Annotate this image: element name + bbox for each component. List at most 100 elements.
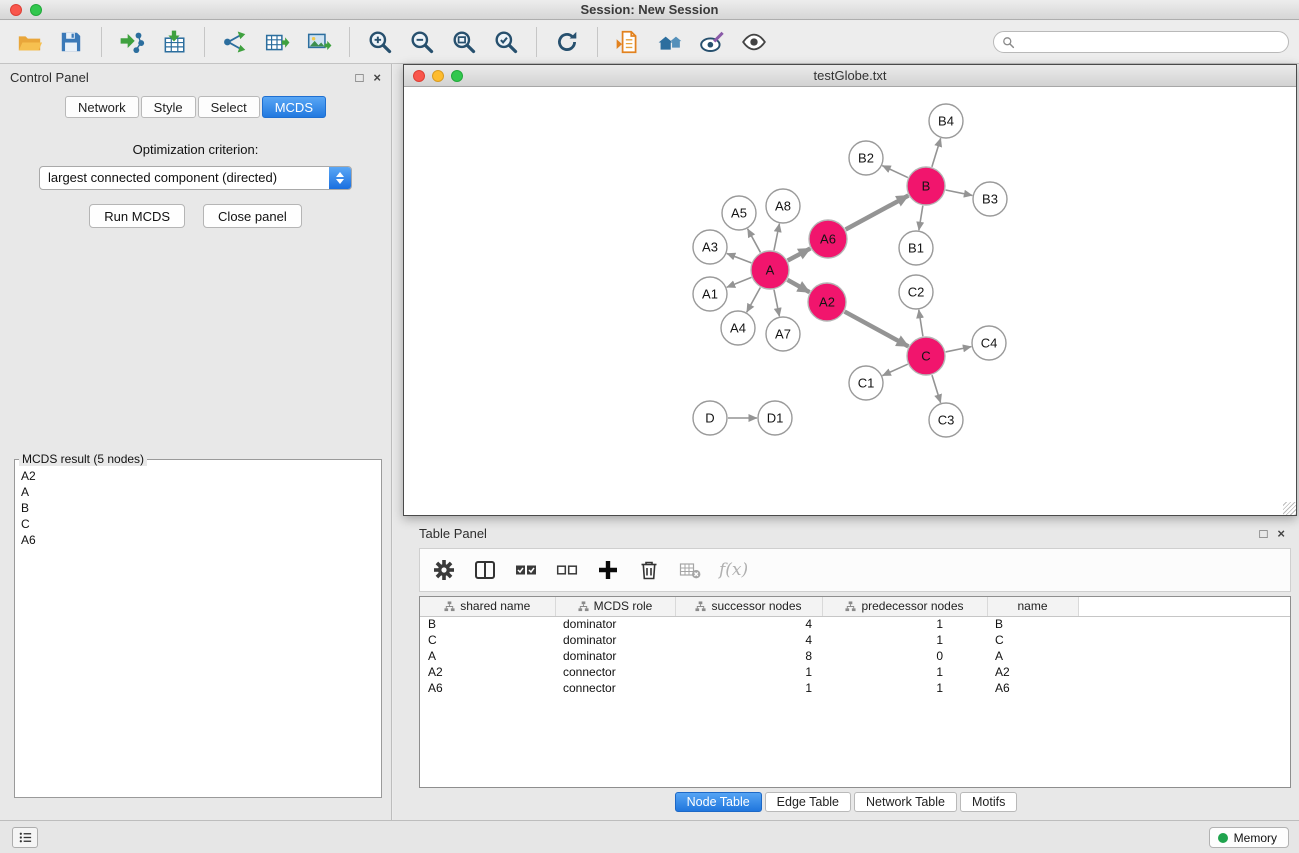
graph-node-A1[interactable]: A1	[693, 277, 727, 311]
deselect-all-button[interactable]	[555, 558, 579, 582]
select-all-button[interactable]	[514, 558, 538, 582]
graph-node-B[interactable]: B	[907, 167, 945, 205]
tab-node-table[interactable]: Node Table	[675, 792, 762, 812]
float-panel-icon[interactable]: □	[1260, 526, 1268, 541]
zoom-window-icon[interactable]	[451, 70, 463, 82]
criterion-dropdown[interactable]: largest connected component (directed)	[39, 166, 352, 190]
node-table-row[interactable]: Adominator80A	[420, 648, 1290, 664]
graph-edge-A-A2[interactable]	[787, 280, 809, 292]
node-table-row[interactable]: A6connector11A6	[420, 680, 1290, 696]
zoom-out-button[interactable]	[403, 24, 441, 60]
graph-node-C3[interactable]: C3	[929, 403, 963, 437]
search-input[interactable]	[1020, 35, 1280, 49]
dropdown-stepper-icon[interactable]	[329, 167, 351, 189]
show-columns-button[interactable]	[473, 558, 497, 582]
graph-edge-C-C4[interactable]	[946, 347, 972, 352]
save-session-button[interactable]	[52, 24, 90, 60]
graph-node-C2[interactable]: C2	[899, 275, 933, 309]
minimize-window-icon[interactable]	[432, 70, 444, 82]
network-graph[interactable]: B4 B2 B B3 A5 A8 A6 B1 A3 A A1 C2 A2 A4 A7 C4 C1 C C3 D D1	[404, 88, 1296, 515]
graph-node-D1[interactable]: D1	[758, 401, 792, 435]
close-panel-button[interactable]: Close panel	[203, 204, 302, 228]
graph-edge-A-A5[interactable]	[748, 229, 761, 253]
graph-edge-A6-B[interactable]	[846, 196, 909, 230]
graph-edge-A-A1[interactable]	[727, 277, 752, 287]
graph-node-A4[interactable]: A4	[721, 311, 755, 345]
column-header-predecessor-nodes[interactable]: predecessor nodes	[822, 597, 987, 616]
float-panel-icon[interactable]: □	[356, 70, 364, 85]
node-table-row[interactable]: Bdominator41B	[420, 616, 1290, 632]
graph-edge-C-C1[interactable]	[882, 364, 907, 375]
graph-node-A7[interactable]: A7	[766, 317, 800, 351]
graph-edge-B-B1[interactable]	[919, 206, 923, 230]
node-table-row[interactable]: A2connector11A2	[420, 664, 1290, 680]
graph-edge-C-C3[interactable]	[932, 375, 941, 403]
export-image-button[interactable]	[300, 24, 338, 60]
table-settings-button[interactable]	[432, 558, 456, 582]
column-header-successor-nodes[interactable]: successor nodes	[675, 597, 822, 616]
graph-node-C4[interactable]: C4	[972, 326, 1006, 360]
mcds-result-item[interactable]: A	[21, 484, 375, 500]
graph-node-C1[interactable]: C1	[849, 366, 883, 400]
export-network-button[interactable]	[216, 24, 254, 60]
add-column-button[interactable]	[596, 558, 620, 582]
graph-node-A8[interactable]: A8	[766, 189, 800, 223]
mcds-result-item[interactable]: C	[21, 516, 375, 532]
mcds-result-item[interactable]: A2	[21, 468, 375, 484]
window-resize-grip[interactable]	[1283, 502, 1296, 515]
close-panel-icon[interactable]: ×	[373, 70, 381, 85]
close-window-icon[interactable]	[413, 70, 425, 82]
graph-edge-C-C2[interactable]	[919, 310, 923, 336]
graph-edge-A-A6[interactable]	[788, 248, 811, 260]
graph-node-D[interactable]: D	[693, 401, 727, 435]
graph-edge-A-A7[interactable]	[774, 290, 779, 317]
import-network-button[interactable]	[113, 24, 151, 60]
clear-table-button[interactable]	[678, 558, 702, 582]
graph-edge-A2-C[interactable]	[845, 312, 909, 347]
graph-edge-A-A8[interactable]	[774, 224, 779, 251]
tab-network[interactable]: Network	[65, 96, 139, 118]
memory-button[interactable]: Memory	[1209, 827, 1289, 848]
zoom-window-icon[interactable]	[30, 4, 42, 16]
close-panel-icon[interactable]: ×	[1277, 526, 1285, 541]
graph-node-B1[interactable]: B1	[899, 231, 933, 265]
search-field[interactable]	[993, 31, 1289, 53]
close-window-icon[interactable]	[10, 4, 22, 16]
graph-node-C[interactable]: C	[907, 337, 945, 375]
task-history-button[interactable]	[12, 827, 38, 848]
mcds-result-item[interactable]: B	[21, 500, 375, 516]
graph-edge-A-A3[interactable]	[727, 253, 752, 262]
graph-node-A5[interactable]: A5	[722, 196, 756, 230]
tab-motifs[interactable]: Motifs	[960, 792, 1017, 812]
refresh-layout-button[interactable]	[548, 24, 586, 60]
graph-edge-A-A4[interactable]	[747, 288, 761, 313]
column-header-mcds-role[interactable]: MCDS role	[555, 597, 675, 616]
tab-mcds[interactable]: MCDS	[262, 96, 326, 118]
graph-node-B3[interactable]: B3	[973, 182, 1007, 216]
graph-edge-B-B4[interactable]	[932, 138, 941, 167]
mcds-result-item[interactable]: A6	[21, 532, 375, 548]
node-table-row[interactable]: Cdominator41C	[420, 632, 1290, 648]
function-builder-button[interactable]: f(x)	[719, 560, 748, 580]
graph-node-B2[interactable]: B2	[849, 141, 883, 175]
tab-select[interactable]: Select	[198, 96, 260, 118]
graph-edge-B-B2[interactable]	[882, 166, 908, 178]
tab-network-table[interactable]: Network Table	[854, 792, 957, 812]
graphics-details-button[interactable]	[735, 24, 773, 60]
delete-column-button[interactable]	[637, 558, 661, 582]
network-canvas[interactable]: B4 B2 B B3 A5 A8 A6 B1 A3 A A1 C2 A2 A4 A7 C4 C1 C C3 D D1	[404, 88, 1296, 515]
zoom-in-button[interactable]	[361, 24, 399, 60]
open-session-button[interactable]	[10, 24, 48, 60]
zoom-fit-button[interactable]	[445, 24, 483, 60]
graph-node-B4[interactable]: B4	[929, 104, 963, 138]
graph-node-A6[interactable]: A6	[809, 220, 847, 258]
network-document-button[interactable]	[609, 24, 647, 60]
graph-node-A2[interactable]: A2	[808, 283, 846, 321]
tab-style[interactable]: Style	[141, 96, 196, 118]
home-view-button[interactable]	[651, 24, 689, 60]
zoom-selected-button[interactable]	[487, 24, 525, 60]
column-header-shared-name[interactable]: shared name	[420, 597, 555, 616]
graph-node-A3[interactable]: A3	[693, 230, 727, 264]
graph-node-A[interactable]: A	[751, 251, 789, 289]
apply-style-button[interactable]	[693, 24, 731, 60]
